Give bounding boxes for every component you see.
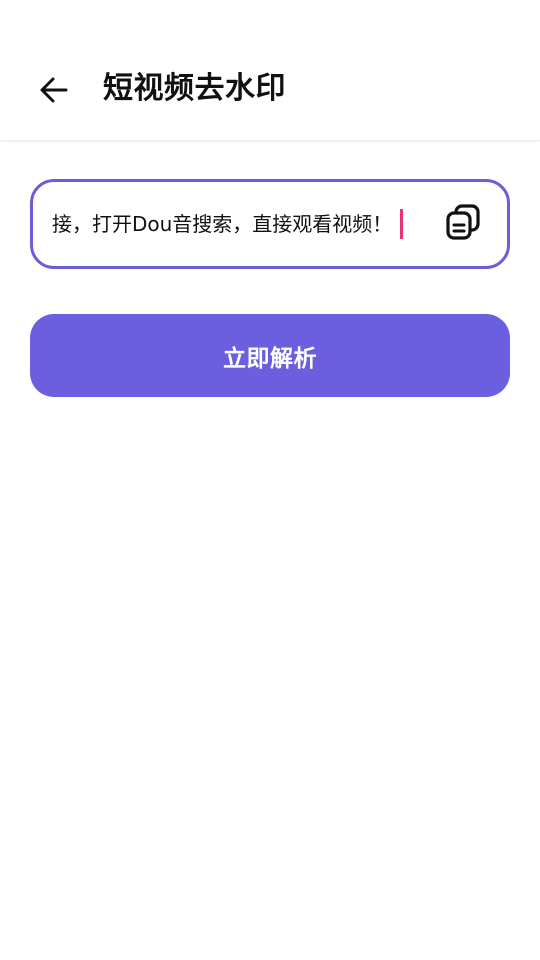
text-caret xyxy=(400,209,404,239)
link-input-text: 接，打开Dou音搜索，直接观看视频！ xyxy=(52,209,404,239)
status-bar xyxy=(0,0,540,36)
link-input[interactable]: 接，打开Dou音搜索，直接观看视频！ xyxy=(30,179,510,269)
arrow-left-icon xyxy=(39,75,69,105)
copy-paste-icon xyxy=(445,204,481,244)
paste-button[interactable] xyxy=(443,204,483,244)
back-button[interactable] xyxy=(28,64,80,116)
page-title: 短视频去水印 xyxy=(103,71,286,106)
parse-button[interactable]: 立即解析 xyxy=(30,314,510,397)
link-input-value: 接，打开Dou音搜索，直接观看视频！ xyxy=(52,212,393,236)
app-bar: 短视频去水印 xyxy=(0,36,540,141)
